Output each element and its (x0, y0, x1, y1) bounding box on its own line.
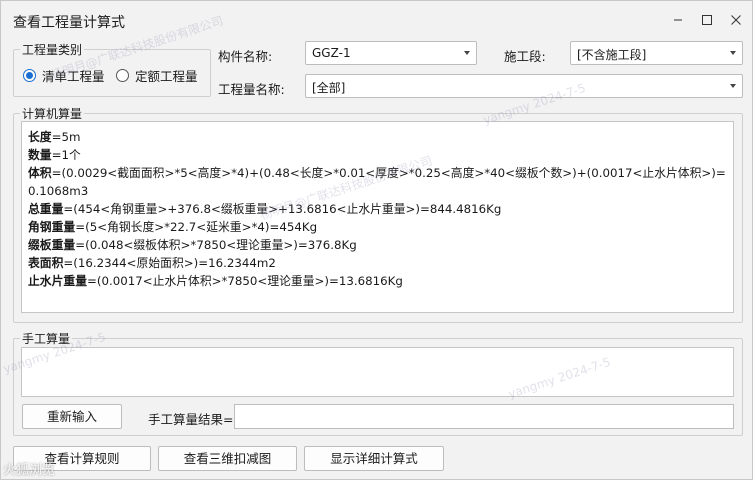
close-icon (731, 15, 741, 25)
manual-calc-legend: 手工算量 (20, 330, 73, 347)
quantity-name-value: [全部] (312, 81, 346, 95)
view-3d-button[interactable]: 查看三维扣减图 (158, 446, 297, 471)
chevron-down-icon (464, 51, 470, 55)
radio-bill-quantity-label: 清单工程量 (42, 69, 105, 84)
calc-line: 角钢重量=(5<角钢长度>*22.7<延米重>*4)=454Kg (28, 220, 318, 234)
component-name-label: 构件名称: (218, 49, 273, 64)
section-select[interactable]: [不含施工段] (570, 41, 743, 65)
calc-line: 总重量=(454<角钢重量>+376.8<缀板重量>+13.6816<止水片重量… (28, 202, 502, 216)
calc-line: 体积=(0.0029<截面面积>*5<高度>*4)+(0.48<长度>*0.01… (28, 166, 726, 198)
computer-calc-text[interactable]: 长度=5m 数量=1个 体积=(0.0029<截面面积>*5<高度>*4)+(0… (21, 121, 734, 313)
manual-calc-input[interactable] (21, 347, 734, 397)
radio-unselected-icon (116, 69, 129, 82)
calc-line: 缀板重量=(0.048<缀板体积>*7850<理论重量>)=376.8Kg (28, 238, 357, 252)
quantity-name-label: 工程量名称: (218, 82, 285, 97)
section-value: [不含施工段] (577, 48, 647, 62)
minimize-icon (674, 19, 682, 21)
maximize-button[interactable] (694, 7, 720, 33)
component-name-select[interactable]: GGZ-1 (305, 41, 477, 65)
close-button[interactable] (723, 7, 749, 33)
component-name-value: GGZ-1 (312, 46, 351, 60)
calc-line: 数量=1个 (28, 148, 81, 162)
radio-bill-quantity[interactable]: 清单工程量 (23, 66, 105, 85)
manual-result-field[interactable] (234, 404, 734, 429)
quantity-type-legend: 工程量类别 (20, 41, 85, 58)
section-label: 施工段: (504, 49, 546, 64)
calc-line: 表面积=(16.2344<原始面积>)=16.2344m2 (28, 256, 276, 270)
computer-calc-legend: 计算机算量 (20, 105, 85, 122)
reinput-button[interactable]: 重新输入 (22, 404, 122, 429)
dialog-window: 查看工程量计算式 工程量类别 清单工程量 定额工程量 构件名称: GGZ-1 施… (0, 0, 753, 480)
maximize-icon (702, 15, 712, 25)
manual-result-label: 手工算量结果= (148, 412, 234, 427)
show-detail-button[interactable]: 显示详细计算式 (304, 446, 444, 471)
taskbar-logo: 火狐浏览 (3, 463, 56, 478)
radio-quota-quantity[interactable]: 定额工程量 (116, 66, 198, 85)
quantity-name-select[interactable]: [全部] (305, 74, 743, 98)
radio-selected-icon (23, 69, 36, 82)
minimize-button[interactable] (665, 7, 691, 33)
title-bar: 查看工程量计算式 (1, 1, 752, 39)
calc-line: 长度=5m (28, 130, 81, 144)
chevron-down-icon (730, 84, 736, 88)
chevron-down-icon (730, 51, 736, 55)
calc-line: 止水片重量=(0.0017<止水片体积>*7850<理论重量>)=13.6816… (28, 274, 403, 288)
window-title: 查看工程量计算式 (13, 15, 125, 31)
radio-quota-quantity-label: 定额工程量 (135, 69, 198, 84)
